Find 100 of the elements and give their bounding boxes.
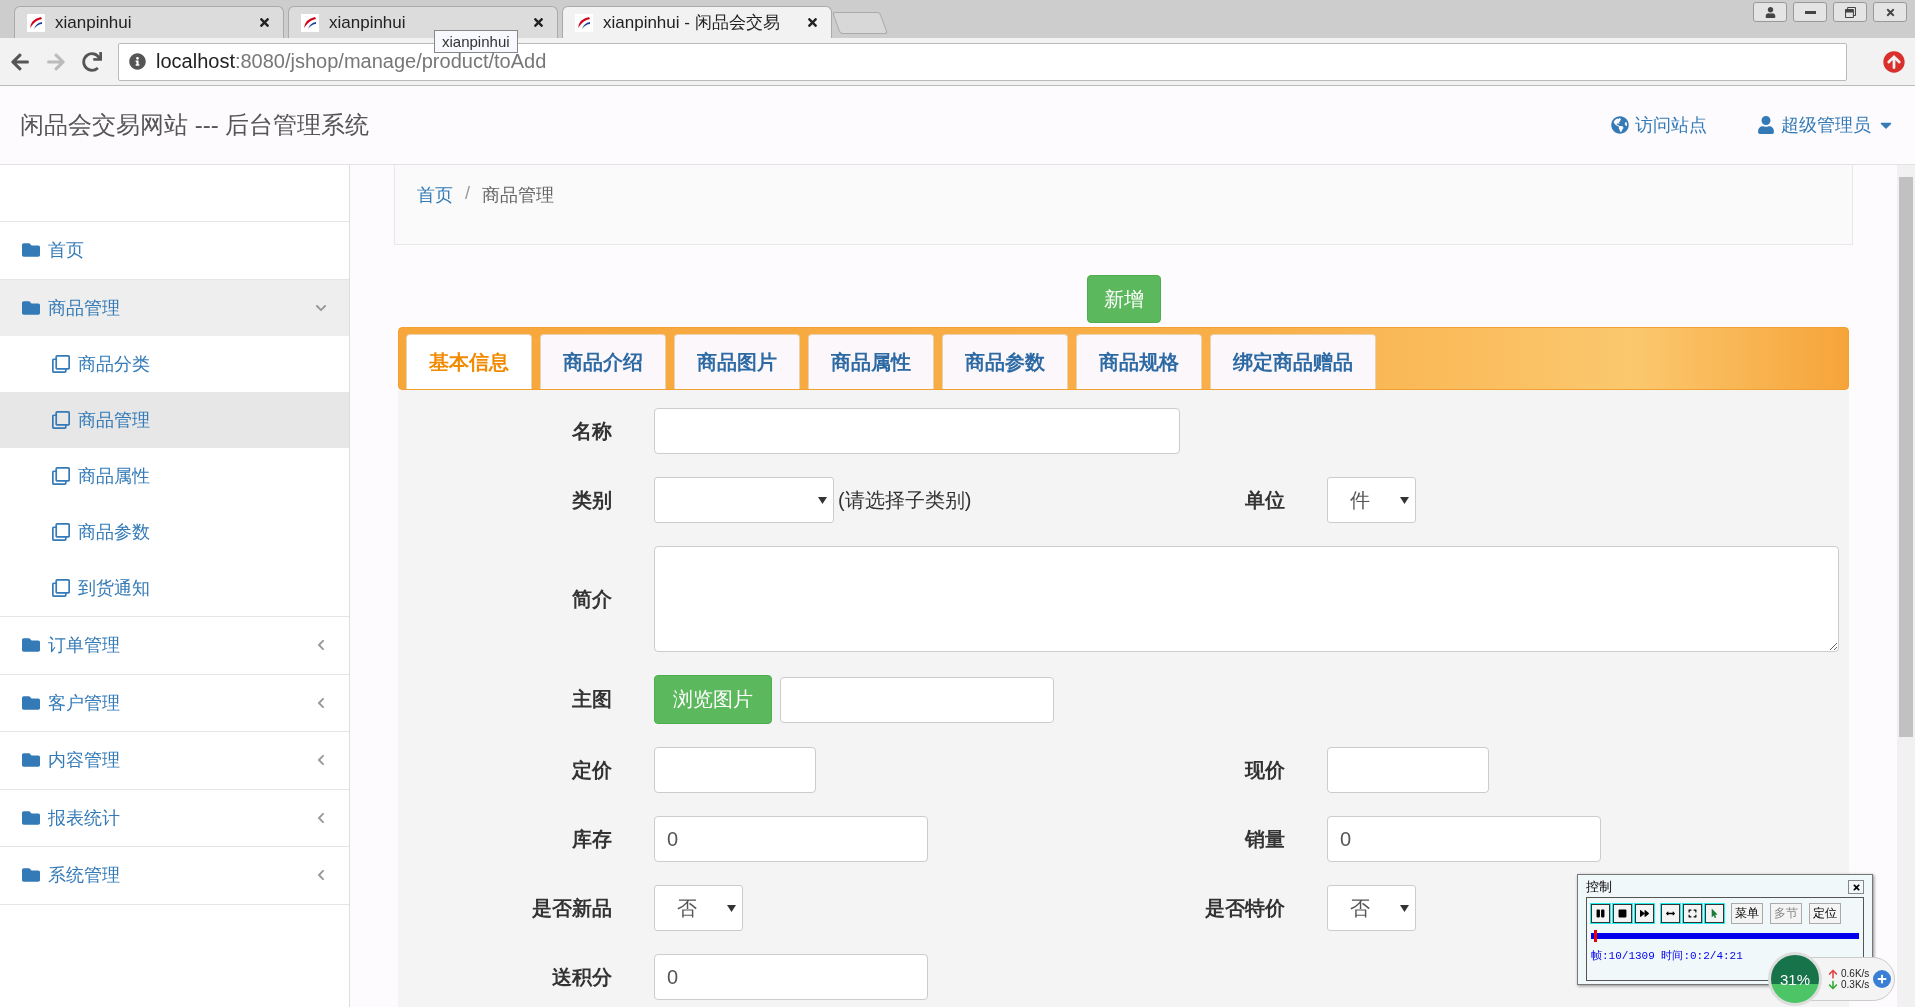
text-field[interactable]: 0: [654, 816, 928, 862]
site-title: 闲品会交易网站 --- 后台管理系统: [20, 110, 371, 140]
chevron-icon: [315, 869, 327, 882]
folder-icon: [22, 298, 40, 317]
header-link[interactable]: 超级管理员: [1757, 113, 1895, 137]
status-text: 帧:10/1309 时间:0:2/4:21: [1591, 949, 1744, 963]
pages-icon: [52, 467, 70, 485]
form-tab[interactable]: 商品介绍: [540, 334, 666, 389]
breadcrumb-link[interactable]: 首页: [417, 183, 453, 207]
folder-icon: [22, 751, 40, 770]
cursor-icon: [1710, 909, 1719, 918]
text-field[interactable]: [1327, 747, 1489, 793]
stop-icon: [1618, 909, 1627, 918]
arrows-icon: [1666, 909, 1675, 918]
add-button[interactable]: 新增: [1086, 275, 1161, 323]
text-field[interactable]: 0: [1327, 816, 1601, 862]
breadcrumb-current: 商品管理: [482, 184, 554, 207]
form-tab[interactable]: 商品属性: [808, 334, 934, 389]
panel-button[interactable]: 菜单: [1731, 903, 1763, 924]
field-label: 是否特价: [1204, 895, 1285, 921]
folder-icon: [22, 636, 40, 655]
folder-icon: [22, 866, 40, 885]
plus-button[interactable]: [1873, 970, 1892, 988]
form-tab[interactable]: 商品规格: [1076, 334, 1202, 389]
header-link[interactable]: 访问站点: [1611, 113, 1707, 137]
field-label: 类别: [571, 487, 612, 513]
plus-icon: [1877, 974, 1888, 984]
fast-forward-icon: [1640, 909, 1649, 918]
restore-button[interactable]: [1833, 2, 1867, 22]
folder-icon: [22, 808, 40, 827]
browser-tab[interactable]: xianpinhui - 闲品会交易: [562, 6, 832, 38]
caret-icon: [818, 496, 827, 504]
form-tab[interactable]: 商品图片: [674, 334, 800, 389]
browse-image-button[interactable]: 浏览图片: [654, 675, 772, 724]
back-icon[interactable]: [10, 51, 30, 72]
cursor-button[interactable]: [1705, 904, 1724, 923]
separator-text: /: [465, 183, 470, 204]
sidebar-item[interactable]: 商品管理: [0, 278, 349, 336]
caret-icon: [727, 904, 736, 912]
field-label: 现价: [1243, 757, 1285, 783]
caret-icon: [1400, 496, 1409, 504]
field-label: 销量: [1243, 826, 1285, 852]
field-label: 定价: [570, 757, 612, 783]
download-icon: [1828, 979, 1838, 990]
download-speed: 0.3K/s: [1841, 979, 1870, 990]
select-field[interactable]: 否: [1327, 885, 1416, 931]
scrollbar-thumb[interactable]: [1899, 177, 1913, 737]
text-field[interactable]: [780, 676, 1054, 723]
close-icon: [1884, 6, 1896, 18]
field-label: 是否新品: [531, 895, 612, 921]
textarea-field[interactable]: [654, 546, 1839, 652]
chevron-icon: [315, 639, 327, 652]
select-field[interactable]: [654, 477, 834, 523]
pages-icon: [52, 579, 70, 597]
window-button[interactable]: [1661, 904, 1680, 923]
form-tab[interactable]: 商品参数: [942, 334, 1068, 389]
chevron-icon: [315, 754, 327, 767]
close-icon[interactable]: [532, 16, 545, 29]
field-label: 送积分: [551, 964, 612, 990]
folder-icon: [22, 693, 40, 712]
favicon-icon: [301, 13, 319, 32]
upload-speed: 0.6K/s: [1841, 968, 1870, 979]
text-field[interactable]: 0: [654, 954, 928, 1000]
fullscreen-button[interactable]: [1683, 904, 1702, 923]
panel-button[interactable]: 定位: [1809, 903, 1841, 924]
field-label: 单位: [1244, 487, 1285, 513]
sidebar-subitem[interactable]: 商品管理: [0, 392, 349, 448]
user-icon: [1764, 6, 1776, 18]
close-button[interactable]: [1873, 2, 1907, 22]
reload-icon[interactable]: [82, 51, 102, 72]
text-field[interactable]: [654, 408, 1180, 454]
pause-button[interactable]: [1591, 904, 1610, 923]
select-field[interactable]: 否: [654, 885, 743, 931]
minimize-button[interactable]: [1793, 2, 1827, 22]
url-text: localhost:8080/jshop/manage/product/toAdd: [156, 50, 547, 73]
minimize-icon: [1804, 10, 1816, 14]
hint-text: (请选择子类别): [838, 487, 972, 513]
pages-icon: [52, 355, 70, 373]
stop-button[interactable]: [1613, 904, 1632, 923]
field-label: 主图: [571, 687, 612, 712]
forward-button[interactable]: [1635, 904, 1654, 923]
close-icon: [1851, 882, 1861, 892]
text-field[interactable]: [654, 747, 816, 793]
favicon-icon: [575, 13, 593, 32]
restore-icon: [1844, 6, 1856, 18]
select-field[interactable]: 件: [1327, 477, 1416, 523]
expand-icon: [1688, 909, 1697, 918]
close-icon[interactable]: [258, 16, 271, 29]
progress-handle[interactable]: [1593, 930, 1597, 942]
profile-button[interactable]: [1753, 2, 1787, 22]
pause-icon: [1596, 909, 1605, 918]
close-button[interactable]: [1848, 880, 1864, 894]
field-label: 库存: [571, 826, 612, 852]
form-tab[interactable]: 绑定商品赠品: [1210, 334, 1376, 389]
form-tab[interactable]: 基本信息: [406, 334, 532, 389]
close-icon[interactable]: [806, 16, 819, 29]
info-icon: [129, 53, 146, 70]
panel-title: 控制: [1586, 878, 1612, 896]
browser-tab[interactable]: xianpinhui: [14, 6, 284, 38]
extension-icon[interactable]: [1883, 50, 1905, 73]
